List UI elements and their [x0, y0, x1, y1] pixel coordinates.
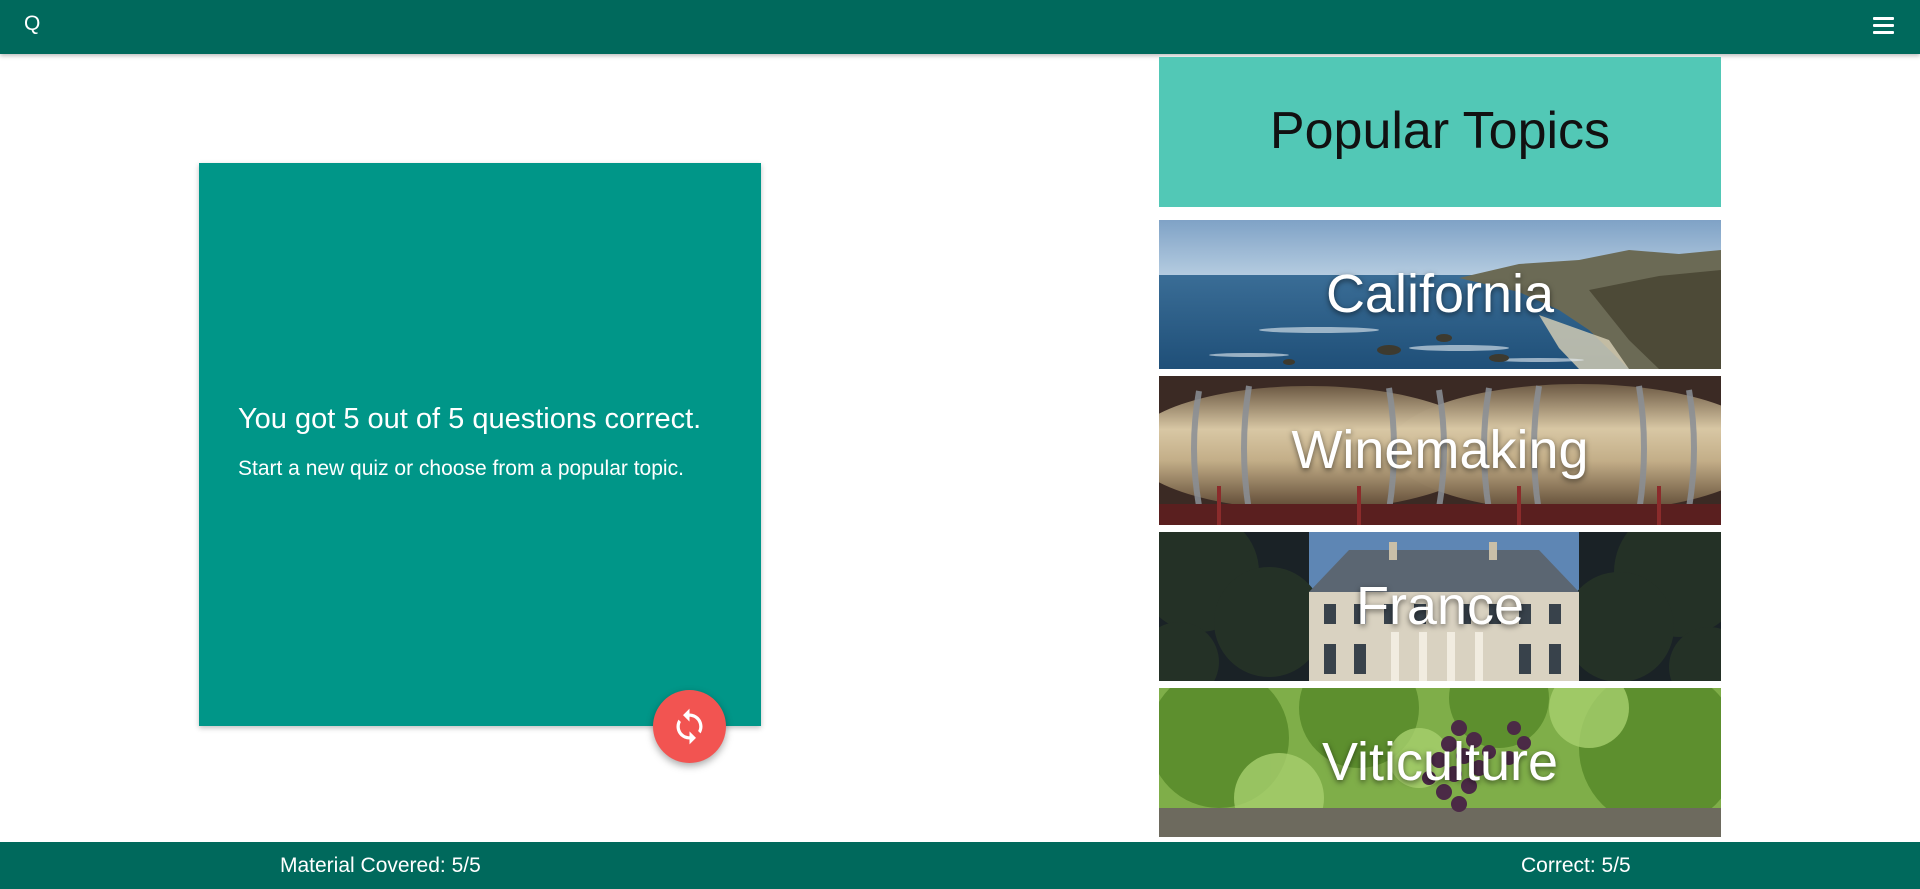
bottom-status-bar: Material Covered: 5/5 Correct: 5/5	[0, 842, 1920, 889]
topic-label: Winemaking	[1291, 420, 1589, 480]
topic-france[interactable]: France	[1159, 532, 1721, 681]
app-logo[interactable]: Q	[24, 12, 40, 36]
topic-winemaking[interactable]: Winemaking	[1159, 376, 1721, 525]
quiz-result-text: You got 5 out of 5 questions correct.	[238, 403, 702, 435]
refresh-icon	[676, 708, 703, 745]
correct-count-text: Correct: 5/5	[1521, 854, 1631, 877]
top-app-bar: Q	[0, 0, 1920, 54]
material-covered-text: Material Covered: 5/5	[280, 854, 481, 877]
hamburger-menu-icon[interactable]	[1872, 16, 1896, 37]
popular-topics-header: Popular Topics	[1159, 57, 1721, 207]
quiz-result-card: You got 5 out of 5 questions correct. St…	[199, 163, 761, 726]
quiz-prompt-text: Start a new quiz or choose from a popula…	[238, 457, 684, 480]
topic-label: California	[1325, 264, 1555, 324]
topic-label: France	[1355, 576, 1525, 636]
topic-viticulture[interactable]: Viticulture	[1159, 688, 1721, 837]
popular-topics-title: Popular Topics	[1269, 102, 1611, 160]
topic-california[interactable]: California	[1159, 220, 1721, 369]
topic-label: Viticulture	[1321, 732, 1559, 792]
restart-quiz-button[interactable]	[653, 690, 726, 763]
